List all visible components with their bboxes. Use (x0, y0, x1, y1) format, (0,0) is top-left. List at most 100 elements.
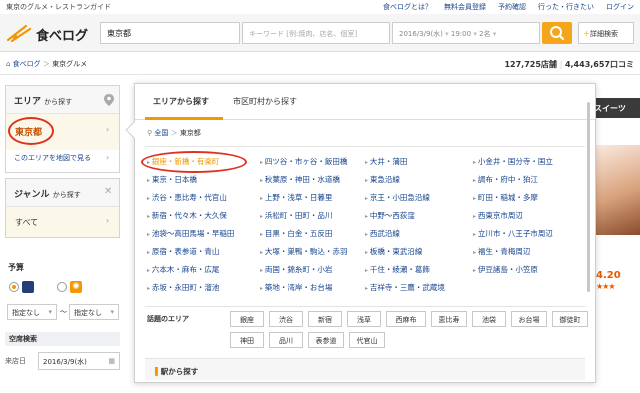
area-link[interactable]: 新宿・代々木・大久保 (147, 210, 227, 221)
popular-area-chip[interactable]: 代官山 (349, 332, 385, 348)
area-link[interactable]: 西東京市周辺 (473, 210, 523, 221)
area-search-input[interactable]: 東京都 (100, 22, 240, 44)
people-value[interactable]: 2名 (479, 30, 490, 38)
date-time-selector[interactable]: 2016/3/9(水) ▾ 19:00 ▾ 2名 ▾ (392, 22, 540, 44)
area-link[interactable]: 千住・綾瀬・葛飾 (365, 264, 430, 275)
counts: 127,725店舗 | 4,443,657口コミ (504, 60, 634, 69)
dinner-radio[interactable] (9, 282, 19, 292)
chevron-right-icon: › (106, 125, 110, 134)
review-count: 4,443,657口コミ (564, 60, 634, 69)
area-link[interactable]: 伊豆諸島・小笠原 (473, 264, 538, 275)
top-bar: 東京のグルメ・レストランガイド 食べログとは？ 無料会員登録 予約確認 行った・… (0, 0, 640, 14)
area-link[interactable]: 東京・日本橋 (147, 174, 197, 185)
area-link[interactable]: 池袋〜高田馬場・早稲田 (147, 228, 235, 239)
budget-to-select[interactable]: 指定なし ▾ (69, 304, 119, 320)
area-link[interactable]: 小金井・国分寺・国立 (473, 156, 553, 167)
area-link[interactable]: 赤坂・永田町・溜池 (147, 282, 220, 293)
budget-separator: 〜 (60, 308, 67, 316)
popular-area-chip[interactable]: 銀座 (230, 311, 264, 327)
budget-from-select[interactable]: 指定なし ▾ (7, 304, 57, 320)
area-link[interactable]: 目黒・白金・五反田 (260, 228, 333, 239)
fork-knife-icon: ✕ (104, 186, 113, 197)
time-value[interactable]: 19:00 (451, 30, 471, 38)
register-link[interactable]: 無料会員登録 (444, 2, 486, 12)
area-link[interactable]: 六本木・麻布・広尾 (147, 264, 220, 275)
area-link[interactable]: 浜松町・田町・品川 (260, 210, 333, 221)
divider (145, 146, 585, 147)
chevron-right-icon: › (106, 153, 110, 162)
area-link[interactable]: 板橋・東武沿線 (365, 246, 423, 257)
top-links: 食べログとは？ 無料会員登録 予約確認 行った・行きたい ログイン (383, 2, 634, 12)
search-button[interactable] (542, 22, 572, 44)
area-link[interactable]: 立川市・八王子市周辺 (473, 228, 553, 239)
visit-label: 来店日 (5, 357, 26, 365)
about-link[interactable]: 食べログとは？ (383, 2, 432, 12)
visit-date-input[interactable]: 2016/3/9(水) ▦ (38, 352, 120, 370)
area-link[interactable]: 京王・小田急沿線 (365, 192, 430, 203)
area-link[interactable]: 渋谷・恵比寿・代官山 (147, 192, 227, 203)
area-link[interactable]: 西武沿線 (365, 228, 400, 239)
area-link[interactable]: 築地・湾岸・お台場 (260, 282, 333, 293)
genre-selected[interactable]: すべて › (6, 207, 119, 237)
page: 東京のグルメ・レストランガイド 食べログとは？ 無料会員登録 予約確認 行った・… (0, 0, 640, 393)
chopsticks-logo-icon (6, 24, 32, 42)
genre-filter-header[interactable]: ジャンル から探す ✕ (6, 179, 119, 207)
popular-area-chip[interactable]: 品川 (269, 332, 303, 348)
home-icon: ⌂ (6, 60, 13, 68)
login-link[interactable]: ログイン (606, 2, 634, 12)
popular-area-chip[interactable]: お台場 (511, 311, 547, 327)
popular-area-chip[interactable]: 西麻布 (386, 311, 426, 327)
popular-area-chip[interactable]: 渋谷 (269, 311, 303, 327)
popular-area-chip[interactable]: 恵比寿 (431, 311, 467, 327)
rating-value: 4.20 (596, 270, 621, 281)
station-search-label: 駅から探す (160, 367, 199, 376)
budget-title: 予算 (8, 263, 24, 272)
area-link[interactable]: 秋葉原・神田・水道橋 (260, 174, 340, 185)
panel-scrollbar[interactable] (587, 102, 590, 292)
logo[interactable]: 食べログ (6, 22, 106, 44)
area-link[interactable]: 両国・錦糸町・小岩 (260, 264, 333, 275)
area-filter-header[interactable]: エリア から探す (6, 86, 119, 114)
lunch-radio[interactable] (57, 282, 67, 292)
genre-selected-label: すべて (15, 218, 39, 227)
detail-search-button[interactable]: ＋詳細検索 (578, 22, 634, 44)
rating-stars: ★★★ (596, 282, 615, 291)
area-link[interactable]: 大塚・巣鴨・駒込・赤羽 (260, 246, 348, 257)
logo-text: 食べログ (36, 29, 89, 44)
sweets-tab[interactable]: スイーツ (592, 98, 640, 118)
area-link[interactable]: 四ツ谷・市ヶ谷・飯田橋 (260, 156, 348, 167)
keyword-search-input[interactable]: キーワード [例:焼肉、店名、個室] (242, 22, 390, 44)
area-link[interactable]: 上野・浅草・日暮里 (260, 192, 333, 203)
popular-areas-title: 話題のエリア (147, 315, 189, 323)
visited-link[interactable]: 行った・行きたい (538, 2, 594, 12)
popular-area-chip[interactable]: 新宿 (308, 311, 342, 327)
moon-icon (22, 281, 34, 293)
area-link[interactable]: 大井・蒲田 (365, 156, 408, 167)
popular-area-chip[interactable]: 表参道 (308, 332, 344, 348)
station-search-section[interactable]: ▌駅から探す (145, 358, 585, 380)
area-filter-title: エリア (14, 97, 42, 107)
tab-city[interactable]: 市区町村から探す (227, 84, 315, 120)
area-link[interactable]: 吉祥寺・三鷹・武蔵境 (365, 282, 445, 293)
area-link[interactable]: 中野〜西荻窪 (365, 210, 415, 221)
area-map-link[interactable]: このエリアを地図で見る (14, 153, 91, 163)
panel-breadcrumb-all[interactable]: 全国 (154, 129, 168, 137)
popular-area-chip[interactable]: 浅草 (347, 311, 381, 327)
area-link-grid: 銀座・新橋・有楽町 東京・日本橋 渋谷・恵比寿・代官山 新宿・代々木・大久保 池… (141, 151, 587, 306)
area-link[interactable]: 町田・稲城・多摩 (473, 192, 538, 203)
popular-area-chip[interactable]: 池袋 (472, 311, 506, 327)
area-link[interactable]: 福生・青梅周辺 (473, 246, 531, 257)
date-value[interactable]: 2016/3/9(水) (399, 30, 443, 38)
featured-image[interactable] (596, 145, 640, 235)
area-link[interactable]: 調布・府中・狛江 (473, 174, 538, 185)
popular-area-chip[interactable]: 御徒町 (552, 311, 588, 327)
breadcrumb-home[interactable]: 食べログ (13, 60, 41, 68)
area-selected[interactable]: 東京都 › (6, 114, 119, 150)
search-icon (550, 26, 565, 41)
plus-icon: ＋ (583, 30, 590, 38)
tab-area[interactable]: エリアから探す (145, 84, 223, 120)
area-link[interactable]: 原宿・表参道・青山 (147, 246, 220, 257)
reservation-link[interactable]: 予約確認 (498, 2, 526, 12)
area-link[interactable]: 東急沿線 (365, 174, 400, 185)
popular-area-chip[interactable]: 神田 (230, 332, 264, 348)
